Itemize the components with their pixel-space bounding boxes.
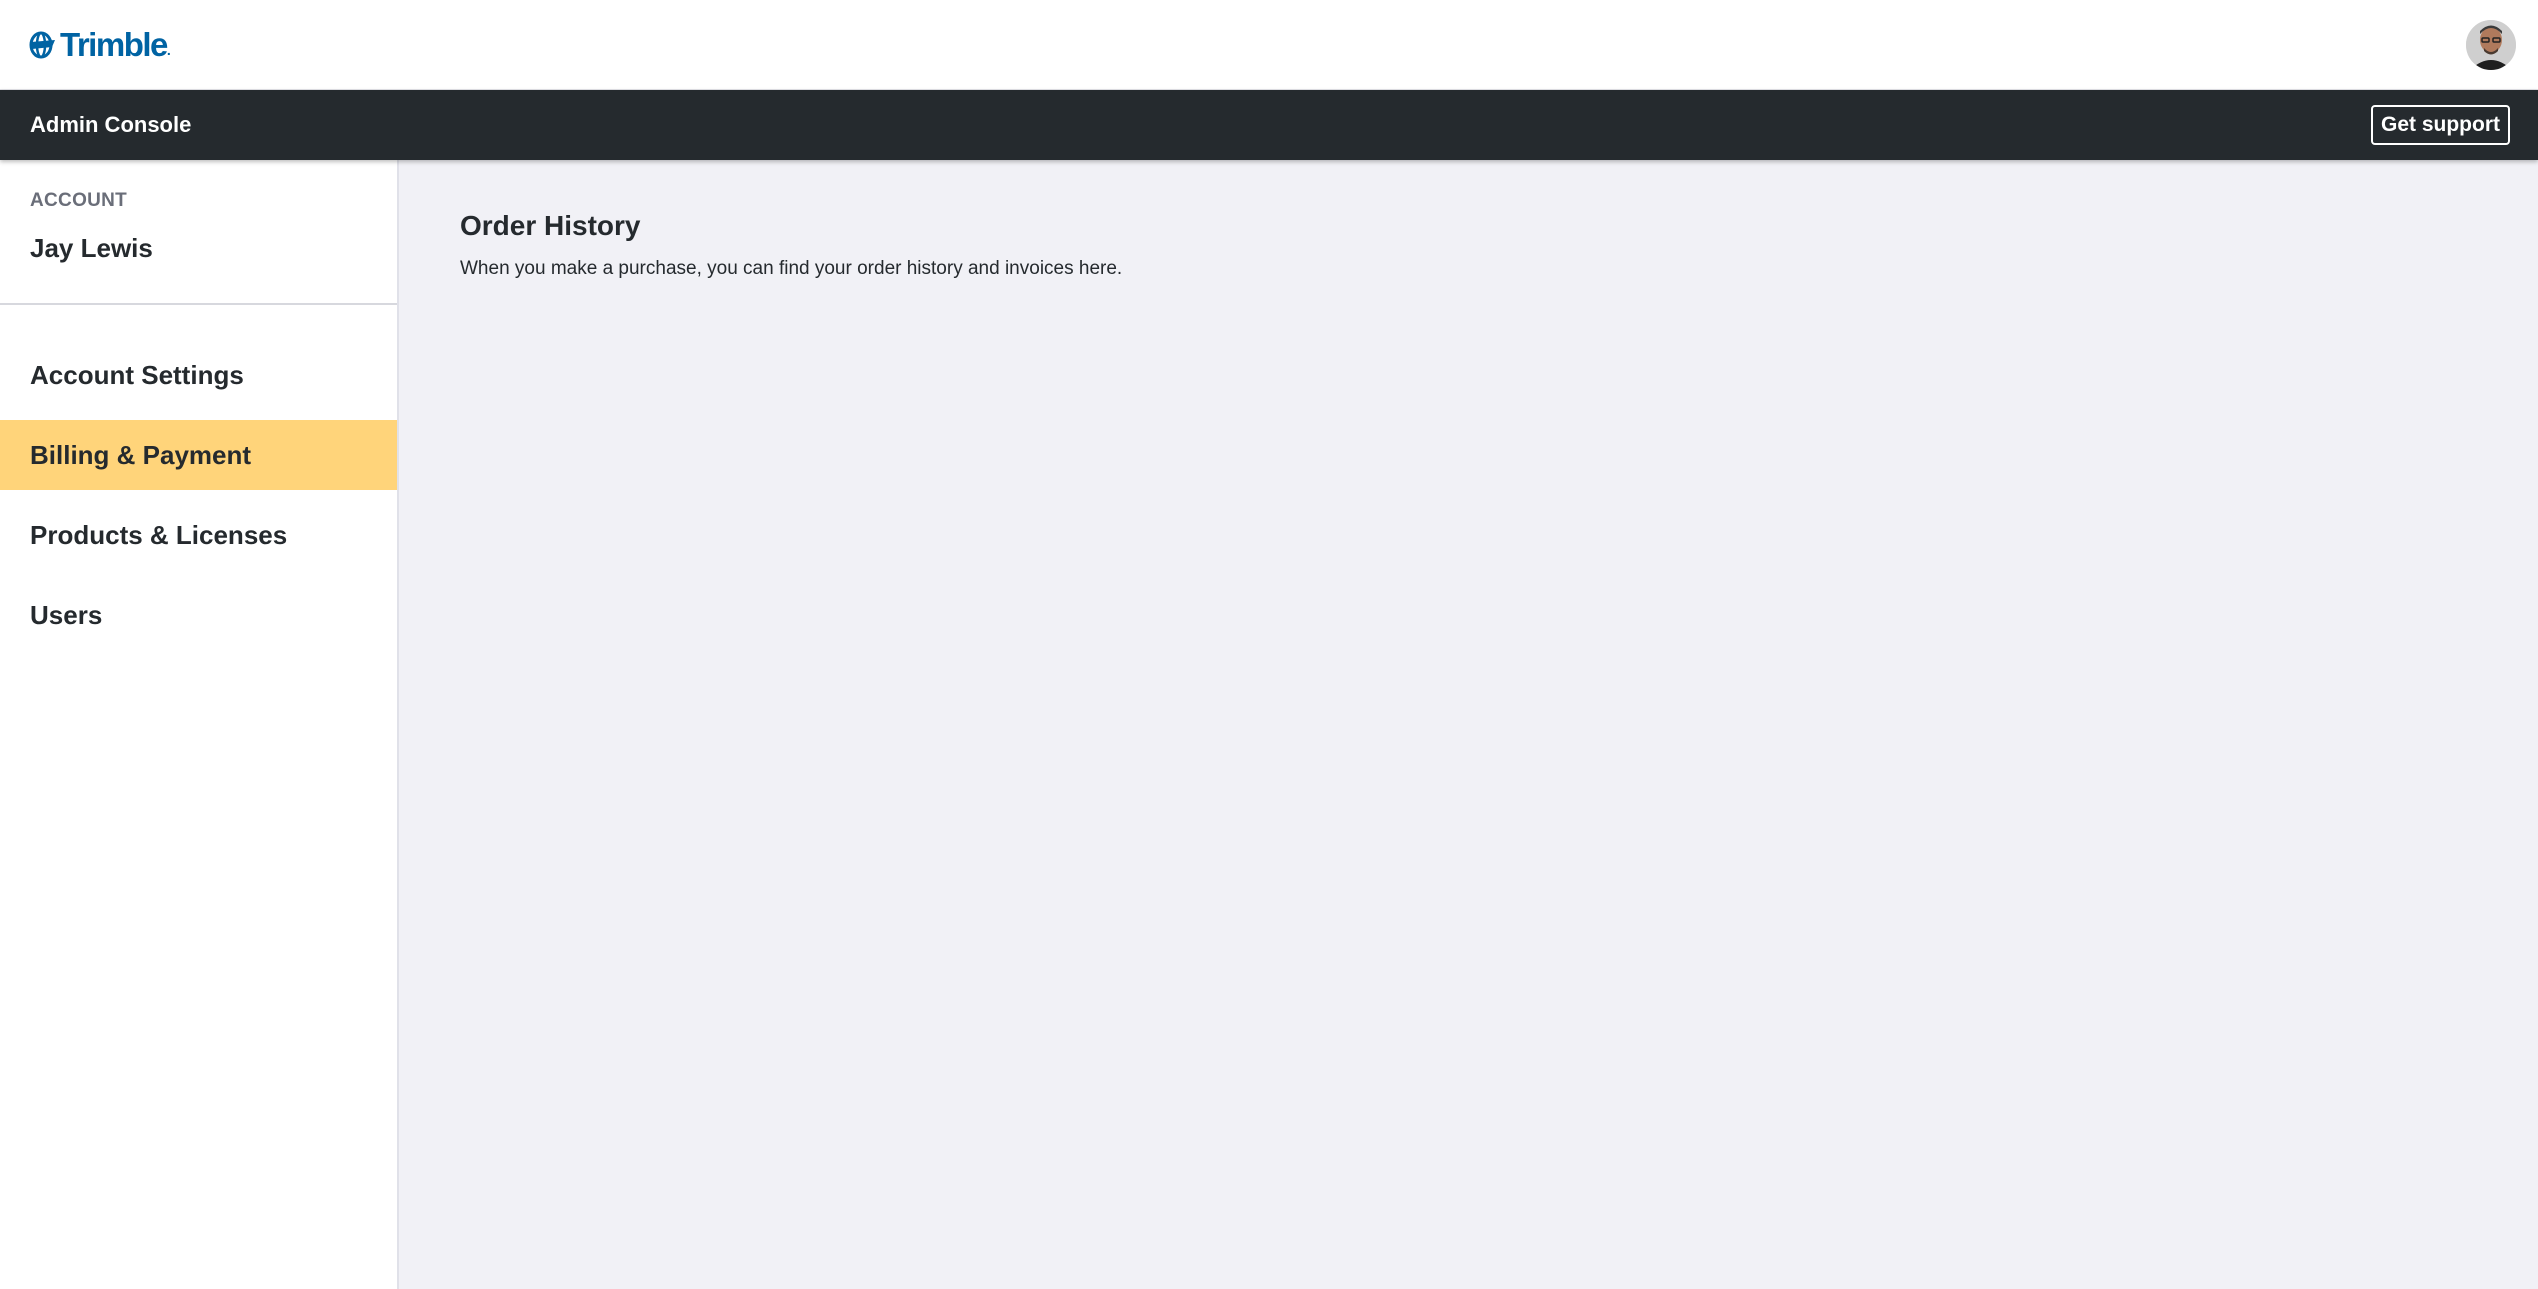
sidebar-item-users[interactable]: Users bbox=[0, 580, 397, 650]
trimble-globe-icon bbox=[29, 31, 55, 59]
main-content: Order History When you make a purchase, … bbox=[399, 160, 2538, 1289]
get-support-button[interactable]: Get support bbox=[2371, 105, 2510, 145]
sidebar-item-billing-payment[interactable]: Billing & Payment bbox=[0, 420, 397, 490]
page-title: Order History bbox=[460, 210, 641, 241]
admin-navbar: Admin Console Get support bbox=[0, 90, 2538, 160]
logo-text: Trimble bbox=[60, 26, 168, 63]
user-avatar[interactable] bbox=[2466, 20, 2516, 70]
sidebar: ACCOUNT Jay Lewis Account Settings Billi… bbox=[0, 160, 399, 1289]
account-section: ACCOUNT Jay Lewis bbox=[0, 160, 397, 305]
trimble-logo[interactable]: Trimble . bbox=[28, 24, 171, 66]
account-label: ACCOUNT bbox=[30, 190, 128, 211]
logo-dot: . bbox=[166, 42, 171, 58]
page-description: When you make a purchase, you can find y… bbox=[460, 258, 1123, 279]
top-header: Trimble . bbox=[0, 0, 2538, 90]
sidebar-item-account-settings[interactable]: Account Settings bbox=[0, 340, 397, 410]
sidebar-item-products-licenses[interactable]: Products & Licenses bbox=[0, 500, 397, 570]
account-name: Jay Lewis bbox=[30, 233, 153, 263]
sidebar-nav: Account Settings Billing & Payment Produ… bbox=[0, 340, 397, 650]
user-avatar-icon bbox=[2466, 20, 2516, 70]
admin-console-title: Admin Console bbox=[30, 112, 192, 137]
